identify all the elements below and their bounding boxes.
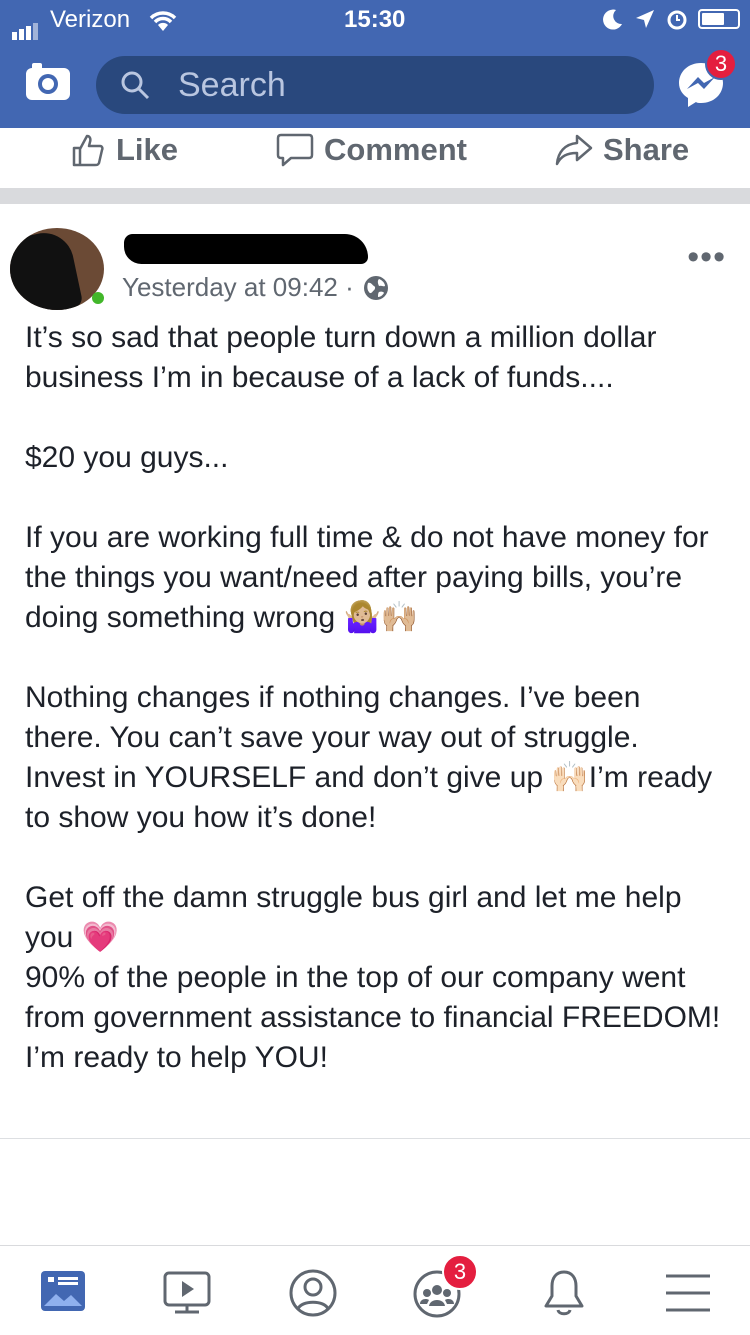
share-arrow-icon: [555, 134, 593, 166]
top-header: Verizon 15:30: [0, 0, 750, 128]
signal-strength-icon: [12, 12, 40, 40]
messenger-badge: 3: [705, 48, 737, 80]
like-button[interactable]: Like: [70, 132, 178, 168]
status-time: 15:30: [344, 6, 406, 33]
avatar-redaction: [10, 228, 84, 310]
share-button[interactable]: Share: [555, 132, 689, 168]
feed-divider: [0, 188, 750, 204]
post-options-button[interactable]: •••: [687, 238, 726, 277]
like-label: Like: [116, 132, 179, 167]
comment-label: Comment: [324, 132, 467, 167]
search-bar[interactable]: [96, 56, 654, 114]
status-bar: Verizon 15:30: [0, 0, 750, 40]
post-paragraph: If you are working full time & do not ha…: [25, 521, 709, 634]
share-label: Share: [603, 132, 690, 167]
post-timestamp[interactable]: Yesterday at 09:42 ·: [122, 272, 354, 303]
thumbs-up-icon: [72, 134, 104, 167]
wifi-icon: [149, 11, 177, 31]
post-body: It’s so sad that people turn down a mill…: [25, 318, 725, 1078]
post-action-bar: Like Comment Share: [0, 128, 750, 188]
globe-icon: [363, 275, 388, 300]
search-icon: [121, 71, 150, 100]
notifications-bell-icon[interactable]: [536, 1268, 592, 1318]
bottom-tab-bar: [0, 1245, 750, 1335]
location-arrow-icon: [636, 10, 654, 28]
comment-button[interactable]: Comment: [276, 132, 467, 168]
online-status-dot: [92, 292, 104, 304]
post-paragraph: 90% of the people in the top of our comp…: [25, 961, 721, 1074]
profile-icon[interactable]: [286, 1268, 342, 1318]
carrier-name: Verizon: [50, 6, 131, 33]
author-name-redacted[interactable]: [124, 234, 368, 264]
post-paragraph: It’s so sad that people turn down a mill…: [25, 321, 657, 394]
avatar[interactable]: [10, 228, 104, 310]
moon-icon: [603, 9, 622, 30]
feed-post: Yesterday at 09:42 · ••• It’s so sad tha…: [0, 204, 750, 1139]
post-paragraph: Get off the damn struggle bus girl and l…: [25, 881, 682, 954]
camera-icon[interactable]: [24, 62, 72, 102]
alarm-icon: [667, 10, 687, 30]
watch-video-icon[interactable]: [160, 1268, 216, 1318]
status-right-icons: [602, 8, 740, 30]
post-paragraph: $20 you guys...: [25, 441, 229, 474]
battery-icon: [698, 9, 740, 29]
menu-hamburger-icon[interactable]: [660, 1268, 716, 1318]
post-meta: Yesterday at 09:42 ·: [122, 272, 390, 303]
comment-bubble-icon: [276, 133, 314, 167]
post-paragraph: Nothing changes if nothing changes. I’ve…: [25, 681, 713, 834]
search-input[interactable]: [176, 64, 640, 106]
groups-badge: 3: [442, 1254, 478, 1290]
news-feed-icon[interactable]: [38, 1268, 94, 1318]
